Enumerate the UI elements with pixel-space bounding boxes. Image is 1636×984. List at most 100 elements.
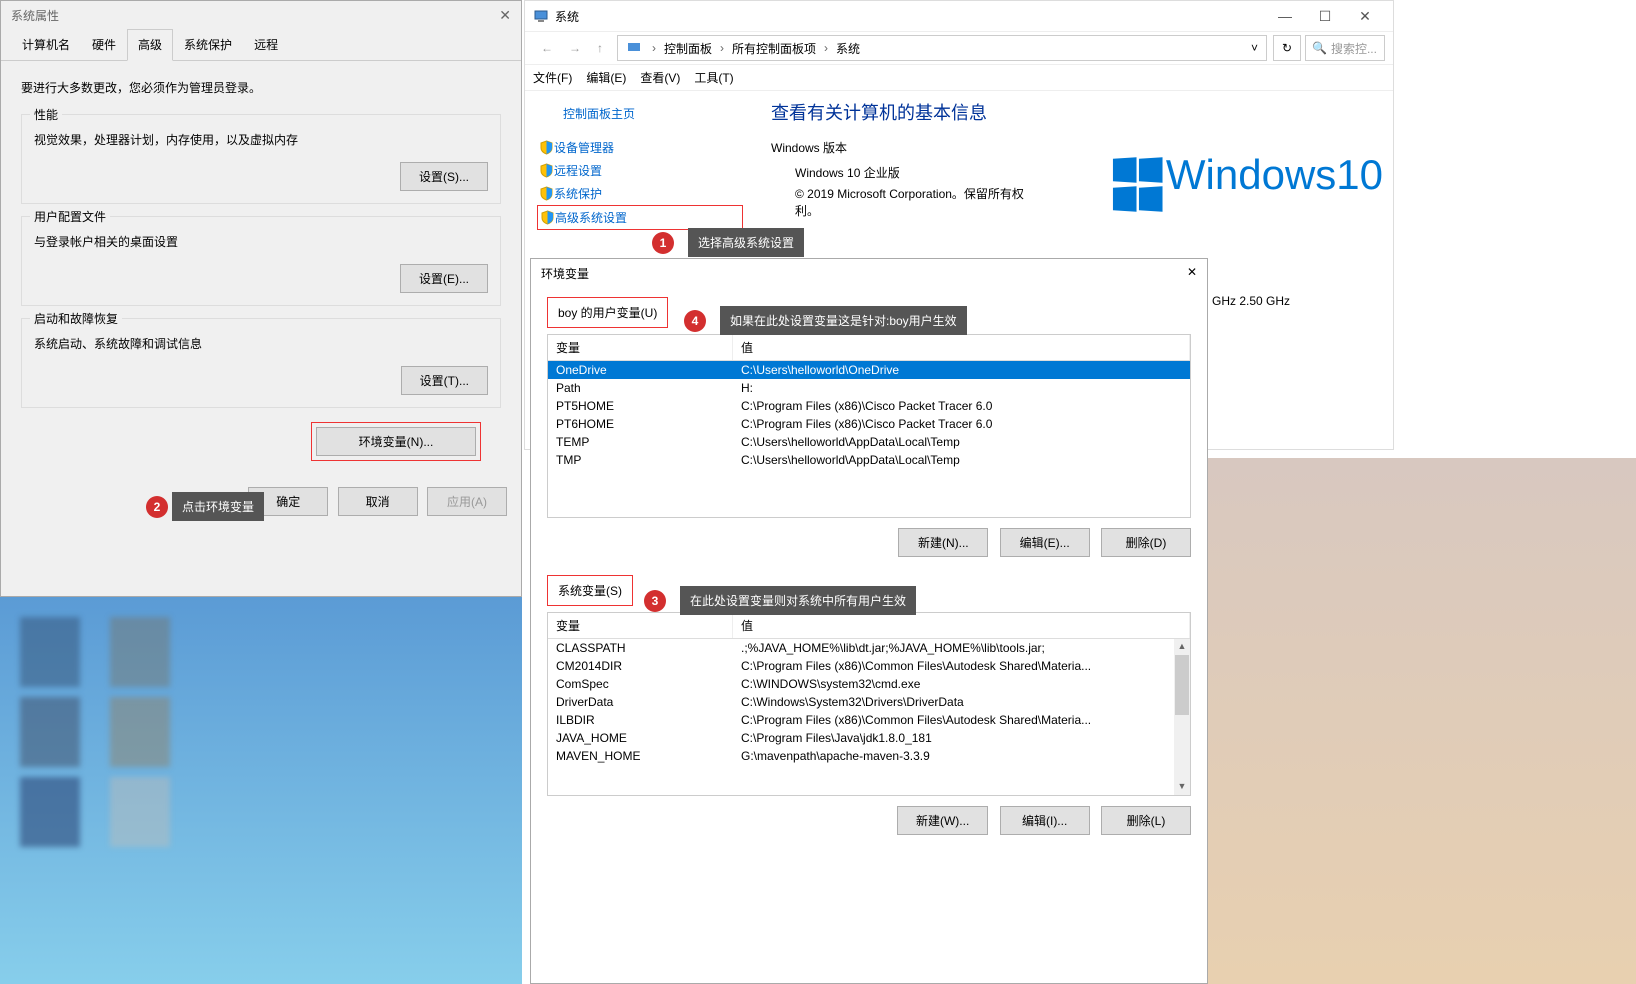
breadcrumb-item[interactable]: 系统	[832, 40, 864, 57]
cpu-ghz: GHz 2.50 GHz	[1208, 256, 1634, 346]
sidebar-home-link[interactable]: 控制面板主页	[537, 105, 743, 122]
sys-new-button[interactable]: 新建(W)...	[897, 806, 988, 835]
refresh-button[interactable]: ↻	[1273, 35, 1301, 61]
sys-edit-button[interactable]: 编辑(I)...	[1000, 806, 1090, 835]
userprofile-title: 用户配置文件	[30, 208, 110, 225]
admin-notice: 要进行大多数更改，您必须作为管理员登录。	[21, 79, 501, 96]
sidebar-device-manager[interactable]: 设备管理器	[537, 136, 743, 159]
environment-variables-button[interactable]: 环境变量(N)...	[316, 427, 476, 456]
desktop-icon[interactable]	[20, 777, 80, 847]
table-header: 变量 值	[548, 335, 1190, 361]
userprofile-settings-button[interactable]: 设置(E)...	[400, 264, 488, 293]
var-name: OneDrive	[548, 362, 733, 378]
user-new-button[interactable]: 新建(N)...	[898, 528, 988, 557]
tab-remote[interactable]: 远程	[243, 29, 289, 60]
callout-4-text: 如果在此处设置变量这是针对:boy用户生效	[720, 306, 967, 335]
search-placeholder: 搜索控...	[1331, 40, 1377, 57]
table-row[interactable]: PT5HOMEC:\Program Files (x86)\Cisco Pack…	[548, 397, 1190, 415]
table-row[interactable]: ILBDIRC:\Program Files (x86)\Common File…	[548, 711, 1190, 729]
var-value: C:\Users\helloworld\OneDrive	[733, 362, 1190, 378]
minimize-button[interactable]: —	[1265, 2, 1305, 30]
sysprops-titlebar: 系统属性 ✕	[1, 1, 521, 29]
col-value[interactable]: 值	[733, 613, 1190, 638]
var-name: MAVEN_HOME	[548, 748, 733, 764]
var-name: PT6HOME	[548, 416, 733, 432]
navigation-bar: ← → ↑ › 控制面板 › 所有控制面板项 › 系统 ˅ ↻ 🔍 搜索控...	[525, 31, 1393, 65]
scroll-up-arrow[interactable]: ▲	[1174, 639, 1190, 655]
table-row[interactable]: DriverDataC:\Windows\System32\Drivers\Dr…	[548, 693, 1190, 711]
var-name: TMP	[548, 452, 733, 468]
tab-advanced[interactable]: 高级	[127, 29, 173, 61]
user-vars-label: boy 的用户变量(U)	[547, 297, 668, 328]
breadcrumb[interactable]: › 控制面板 › 所有控制面板项 › 系统 ˅	[617, 35, 1267, 61]
user-delete-button[interactable]: 删除(D)	[1101, 528, 1191, 557]
chevron-down-icon[interactable]: ˅	[1251, 41, 1258, 55]
close-icon[interactable]: ✕	[1187, 265, 1197, 281]
computer-icon	[626, 40, 642, 56]
desktop-icon[interactable]	[20, 617, 80, 687]
desktop-icon[interactable]	[20, 697, 80, 767]
sidebar-advanced-system-settings[interactable]: 高级系统设置	[537, 205, 743, 230]
desktop-icon[interactable]	[110, 777, 170, 847]
table-row[interactable]: CLASSPATH.;%JAVA_HOME%\lib\dt.jar;%JAVA_…	[548, 639, 1190, 657]
tab-hardware[interactable]: 硬件	[81, 29, 127, 60]
var-value: C:\Program Files (x86)\Cisco Packet Trac…	[733, 398, 1190, 414]
sidebar-system-protection[interactable]: 系统保护	[537, 182, 743, 205]
col-variable[interactable]: 变量	[548, 613, 733, 638]
scroll-down-arrow[interactable]: ▼	[1174, 779, 1190, 795]
user-vars-body: OneDriveC:\Users\helloworld\OneDrivePath…	[548, 361, 1190, 469]
menu-file[interactable]: 文件(F)	[533, 69, 572, 86]
close-icon[interactable]: ✕	[499, 7, 511, 23]
user-edit-button[interactable]: 编辑(E)...	[1000, 528, 1090, 557]
table-row[interactable]: MAVEN_HOMEG:\mavenpath\apache-maven-3.3.…	[548, 747, 1190, 765]
menu-edit[interactable]: 编辑(E)	[586, 69, 626, 86]
system-vars-body: CLASSPATH.;%JAVA_HOME%\lib\dt.jar;%JAVA_…	[548, 639, 1190, 765]
back-button[interactable]: ←	[533, 41, 561, 55]
startup-title: 启动和故障恢复	[30, 310, 122, 327]
startup-desc: 系统启动、系统故障和调试信息	[34, 335, 488, 352]
menu-view[interactable]: 查看(V)	[640, 69, 680, 86]
sidebar-remote-settings[interactable]: 远程设置	[537, 159, 743, 182]
cpwin-title: 系统	[555, 8, 579, 25]
col-value[interactable]: 值	[733, 335, 1190, 360]
startup-group: 启动和故障恢复 系统启动、系统故障和调试信息 设置(T)...	[21, 318, 501, 408]
table-row[interactable]: TEMPC:\Users\helloworld\AppData\Local\Te…	[548, 433, 1190, 451]
table-row[interactable]: CM2014DIRC:\Program Files (x86)\Common F…	[548, 657, 1190, 675]
up-button[interactable]: ↑	[589, 41, 611, 55]
var-name: ComSpec	[548, 676, 733, 692]
envdialog-body: boy 的用户变量(U) 变量 值 OneDriveC:\Users\hello…	[531, 287, 1207, 863]
col-variable[interactable]: 变量	[548, 335, 733, 360]
performance-settings-button[interactable]: 设置(S)...	[400, 162, 488, 191]
tab-systemprotection[interactable]: 系统保护	[173, 29, 243, 60]
cancel-button[interactable]: 取消	[338, 487, 418, 516]
sys-delete-button[interactable]: 删除(L)	[1101, 806, 1191, 835]
breadcrumb-item[interactable]: 控制面板	[660, 40, 716, 57]
desktop-icon[interactable]	[110, 697, 170, 767]
breadcrumb-item[interactable]: 所有控制面板项	[728, 40, 820, 57]
desktop-icon[interactable]	[110, 617, 170, 687]
copyright-text: © 2019 Microsoft Corporation。保留所有权利。	[771, 185, 1031, 219]
table-row[interactable]: PathH:	[548, 379, 1190, 397]
scrollbar[interactable]: ▲ ▼	[1174, 639, 1190, 795]
table-row[interactable]: TMPC:\Users\helloworld\AppData\Local\Tem…	[548, 451, 1190, 469]
table-row[interactable]: JAVA_HOMEC:\Program Files\Java\jdk1.8.0_…	[548, 729, 1190, 747]
maximize-button[interactable]: ☐	[1305, 2, 1345, 30]
close-button[interactable]: ✕	[1345, 2, 1385, 30]
forward-button[interactable]: →	[561, 41, 589, 55]
sysprops-title: 系统属性	[11, 7, 59, 23]
var-value: C:\Program Files (x86)\Common Files\Auto…	[733, 712, 1190, 728]
callout-2: 2 点击环境变量	[146, 492, 264, 521]
search-input[interactable]: 🔍 搜索控...	[1305, 35, 1385, 61]
table-row[interactable]: PT6HOMEC:\Program Files (x86)\Cisco Pack…	[548, 415, 1190, 433]
table-row[interactable]: ComSpecC:\WINDOWS\system32\cmd.exe	[548, 675, 1190, 693]
table-row[interactable]: OneDriveC:\Users\helloworld\OneDrive	[548, 361, 1190, 379]
user-vars-buttons: 新建(N)... 编辑(E)... 删除(D)	[547, 518, 1191, 575]
system-vars-table: 变量 值 CLASSPATH.;%JAVA_HOME%\lib\dt.jar;%…	[547, 612, 1191, 796]
scroll-thumb[interactable]	[1175, 655, 1189, 715]
windows-10-logo: Windows10	[1111, 151, 1383, 215]
callout-3-badge: 3	[644, 590, 666, 612]
desktop-background-right	[1208, 458, 1636, 984]
startup-settings-button[interactable]: 设置(T)...	[401, 366, 488, 395]
menu-tools[interactable]: 工具(T)	[694, 69, 733, 86]
tab-computername[interactable]: 计算机名	[11, 29, 81, 60]
